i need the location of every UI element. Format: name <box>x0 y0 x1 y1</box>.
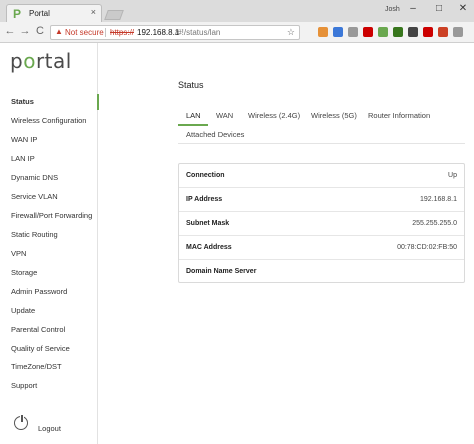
tab-router-information[interactable]: Router Information <box>368 111 430 120</box>
row-value: 00:78:CD:02:FB:50 <box>397 244 457 251</box>
sidebar-item-label: Service VLAN <box>11 192 58 201</box>
row-label: Subnet Mask <box>186 220 230 227</box>
active-tab-underline <box>178 124 208 126</box>
new-tab-button[interactable] <box>104 10 124 20</box>
browser-titlebar: P Portal × Josh – □ ✕ <box>0 0 474 23</box>
maximize-icon[interactable]: □ <box>432 3 446 14</box>
tab-attached-devices[interactable]: Attached Devices <box>186 130 244 139</box>
profile-name[interactable]: Josh <box>385 6 400 13</box>
sidebar-item-label: TimeZone/DST <box>11 362 62 371</box>
extension-icon[interactable] <box>333 27 343 37</box>
bookmark-star-icon[interactable]: ☆ <box>287 27 295 38</box>
browser-toolbar: ← → C ▲ Not secure https:// 192.168.8.1 … <box>0 22 474 43</box>
sidebar-item-label: WAN IP <box>11 135 38 144</box>
sidebar-item-label: Firewall/Port Forwarding <box>11 211 93 220</box>
url-path: /#!/status/lan <box>175 28 221 37</box>
sidebar-item-label: Update <box>11 306 36 315</box>
sidebar-item-label: VPN <box>11 249 27 258</box>
table-row: Connection Up <box>179 164 464 188</box>
browser-tab[interactable]: P Portal × <box>6 4 102 23</box>
sidebar-item-admin-password[interactable]: Admin Password <box>0 284 98 300</box>
table-row: IP Address 192.168.8.1 <box>179 188 464 212</box>
sidebar-item-label: Dynamic DNS <box>11 173 59 182</box>
sidebar-item-storage[interactable]: Storage <box>0 265 98 281</box>
minimize-icon[interactable]: – <box>406 3 420 14</box>
row-label: Connection <box>186 172 225 179</box>
extension-icon[interactable] <box>408 27 418 37</box>
sidebar-item-label: Admin Password <box>11 287 68 296</box>
table-row: MAC Address 00:78:CD:02:FB:50 <box>179 236 464 260</box>
sidebar-item-firewall-port-forwarding[interactable]: Firewall/Port Forwarding <box>0 208 98 224</box>
row-label: MAC Address <box>186 244 232 251</box>
tab-close-icon[interactable]: × <box>91 7 96 17</box>
sidebar-item-support[interactable]: Support <box>0 378 98 394</box>
sidebar-item-label: Storage <box>11 268 38 277</box>
tab-wan[interactable]: WAN <box>216 111 233 120</box>
sidebar-item-label: Support <box>11 381 38 390</box>
tab-lan[interactable]: LAN <box>186 111 201 120</box>
sidebar-item-label: Wireless Configuration <box>11 116 87 125</box>
sidebar-item-vpn[interactable]: VPN <box>0 246 98 262</box>
address-separator <box>105 28 106 37</box>
address-bar[interactable]: ▲ Not secure https:// 192.168.8.1 /#!/st… <box>50 25 300 40</box>
tab-wireless-2-4g-[interactable]: Wireless (2.4G) <box>248 111 300 120</box>
close-window-icon[interactable]: ✕ <box>456 3 470 14</box>
logout-icon[interactable] <box>14 414 28 430</box>
table-row: Subnet Mask 255.255.255.0 <box>179 212 464 236</box>
tab-wireless-5g-[interactable]: Wireless (5G) <box>311 111 357 120</box>
security-status[interactable]: Not secure <box>65 28 104 37</box>
warning-icon: ▲ <box>55 27 63 36</box>
status-table: Connection Up IP Address 192.168.8.1 Subnet … <box>178 163 465 283</box>
back-icon[interactable]: ← <box>4 25 16 37</box>
sidebar-item-update[interactable]: Update <box>0 303 98 319</box>
row-label: IP Address <box>186 196 223 203</box>
tabs-divider <box>178 143 465 144</box>
row-value: 255.255.255.0 <box>412 220 457 227</box>
sidebar-item-label: Status <box>11 97 34 106</box>
row-label: Domain Name Server <box>186 268 257 275</box>
extension-icon[interactable] <box>393 27 403 37</box>
reload-icon[interactable]: C <box>34 25 46 37</box>
sidebar-item-wireless-configuration[interactable]: Wireless Configuration <box>0 113 98 129</box>
extension-icon[interactable] <box>423 27 433 37</box>
page-title: Status <box>178 80 204 90</box>
extension-icon[interactable] <box>348 27 358 37</box>
portal-favicon-icon: P <box>13 7 22 21</box>
url-host: 192.168.8.1 <box>137 28 180 37</box>
row-value: 192.168.8.1 <box>420 196 457 203</box>
active-indicator <box>97 94 99 110</box>
extension-icon[interactable] <box>438 27 448 37</box>
sidebar-item-lan-ip[interactable]: LAN IP <box>0 151 98 167</box>
extension-icon[interactable] <box>453 27 463 37</box>
sidebar-item-dynamic-dns[interactable]: Dynamic DNS <box>0 170 98 186</box>
sidebar: portal Status Wireless Configuration WAN I… <box>0 43 99 444</box>
sidebar-item-status[interactable]: Status <box>0 94 99 110</box>
sidebar-item-parental-control[interactable]: Parental Control <box>0 322 98 338</box>
row-value: Up <box>448 172 457 179</box>
table-row: Domain Name Server <box>179 260 464 284</box>
extension-icon[interactable] <box>378 27 388 37</box>
sidebar-item-label: LAN IP <box>11 154 35 163</box>
url-scheme: https:// <box>110 28 135 37</box>
sidebar-item-label: Static Routing <box>11 230 58 239</box>
logout-link[interactable]: Logout <box>38 424 61 433</box>
sidebar-item-service-vlan[interactable]: Service VLAN <box>0 189 98 205</box>
sidebar-item-label: Parental Control <box>11 325 66 334</box>
sidebar-item-static-routing[interactable]: Static Routing <box>0 227 98 243</box>
sidebar-item-wan-ip[interactable]: WAN IP <box>0 132 98 148</box>
sidebar-item-quality-of-service[interactable]: Quality of Service <box>0 341 98 357</box>
extension-icon[interactable] <box>363 27 373 37</box>
tab-title: Portal <box>29 9 50 18</box>
sidebar-item-timezone-dst[interactable]: TimeZone/DST <box>0 359 98 375</box>
forward-icon[interactable]: → <box>19 25 31 37</box>
extension-icon[interactable] <box>318 27 328 37</box>
portal-logo: portal <box>10 49 72 73</box>
sidebar-item-label: Quality of Service <box>11 344 70 353</box>
